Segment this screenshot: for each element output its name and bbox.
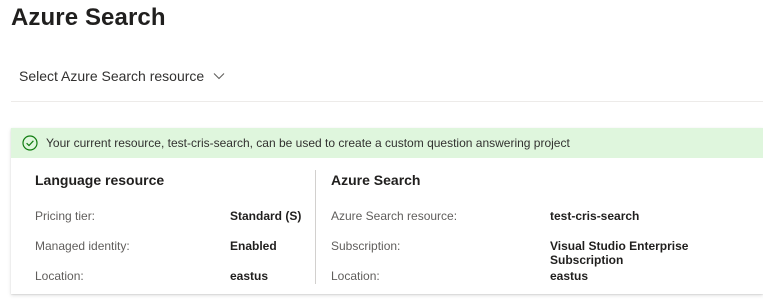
success-banner: Your current resource, test-cris-search,… (11, 128, 763, 158)
pricing-tier-value: Standard (S) (230, 209, 302, 223)
subscription-value: Visual Studio Enterprise Subscription (550, 239, 689, 267)
azure-search-resource-value: test-cris-search (550, 209, 640, 223)
check-circle-icon (22, 135, 38, 151)
pricing-tier-label: Pricing tier: (35, 209, 96, 223)
language-location-label: Location: (35, 269, 84, 283)
section-divider (11, 101, 763, 102)
page-title: Azure Search (11, 4, 166, 31)
language-location-value: eastus (230, 269, 269, 283)
column-separator (315, 170, 316, 284)
azure-search-resource-label: Azure Search resource: (331, 209, 458, 223)
language-resource-title: Language resource (35, 172, 165, 188)
azure-search-title: Azure Search (331, 172, 421, 188)
azure-search-resource-selector[interactable]: Select Azure Search resource (19, 68, 226, 84)
banner-message: Your current resource, test-cris-search,… (46, 136, 570, 150)
resource-details-card: Your current resource, test-cris-search,… (11, 128, 763, 294)
search-location-value: eastus (550, 269, 589, 283)
managed-identity-value: Enabled (230, 239, 277, 253)
chevron-down-icon (212, 69, 226, 83)
subscription-label: Subscription: (331, 239, 401, 253)
search-location-label: Location: (331, 269, 380, 283)
managed-identity-label: Managed identity: (35, 239, 130, 253)
selector-label: Select Azure Search resource (19, 68, 205, 84)
